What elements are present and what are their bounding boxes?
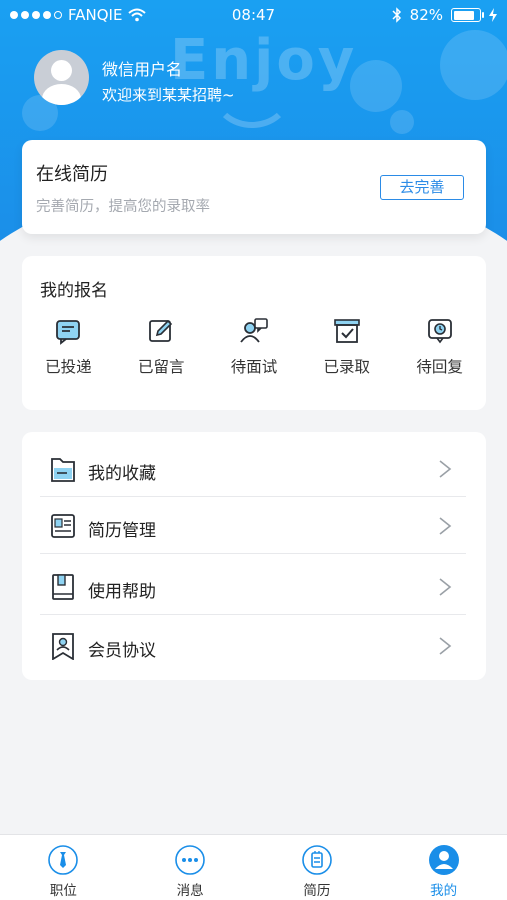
folder-icon bbox=[51, 458, 75, 482]
pending-reply-icon bbox=[427, 319, 452, 344]
tab-label: 简历 bbox=[303, 883, 331, 899]
resume-icon bbox=[302, 845, 332, 875]
menu-list: 我的收藏 简历管理 使用帮助 会员协议 bbox=[22, 432, 486, 680]
chat-dots-icon bbox=[175, 845, 205, 875]
tab-label: 消息 bbox=[176, 883, 204, 899]
delivered-icon bbox=[56, 320, 81, 345]
registration-label: 已投递 bbox=[45, 358, 92, 376]
registration-label: 已录取 bbox=[323, 358, 371, 376]
decor-bubble bbox=[390, 110, 414, 134]
battery-percent: 82% bbox=[409, 6, 443, 24]
bottom-tab-bar: 职位 消息 简历 我的 bbox=[0, 834, 507, 900]
edit-message-icon bbox=[149, 319, 173, 342]
registration-items: 已投递 已留言 待面试 已录取 待回复 bbox=[22, 316, 486, 377]
resume-title: 在线简历 bbox=[36, 164, 108, 185]
status-bar: FANQIE 08:47 82% bbox=[0, 0, 507, 32]
menu-item-resume-management[interactable]: 简历管理 bbox=[22, 494, 486, 554]
tab-messages[interactable]: 消息 bbox=[127, 835, 254, 900]
admitted-icon bbox=[333, 319, 360, 343]
interview-icon bbox=[240, 318, 268, 343]
menu-label: 我的收藏 bbox=[88, 464, 156, 484]
status-right: 82% bbox=[392, 6, 497, 24]
id-card-icon bbox=[51, 514, 75, 538]
complete-resume-button[interactable]: 去完善 bbox=[380, 175, 464, 200]
registration-item-message[interactable]: 已留言 bbox=[115, 316, 208, 377]
menu-label: 使用帮助 bbox=[88, 582, 156, 602]
chevron-right-icon bbox=[439, 517, 452, 535]
registration-title: 我的报名 bbox=[40, 281, 108, 301]
battery-icon bbox=[451, 8, 484, 22]
registration-label: 待面试 bbox=[230, 358, 278, 376]
registration-item-admitted[interactable]: 已录取 bbox=[300, 316, 393, 377]
registration-label: 已留言 bbox=[137, 358, 185, 376]
decor-bubble bbox=[440, 30, 507, 100]
user-icon bbox=[428, 845, 459, 875]
registration-item-pending-reply[interactable]: 待回复 bbox=[393, 316, 486, 377]
username: 微信用户名 bbox=[102, 60, 183, 79]
tab-resume[interactable]: 简历 bbox=[254, 835, 381, 900]
charging-icon bbox=[489, 8, 497, 22]
tab-mine[interactable]: 我的 bbox=[380, 835, 507, 900]
tie-icon bbox=[48, 845, 79, 875]
member-badge-icon bbox=[52, 633, 74, 660]
resume-subtitle: 完善简历，提高您的录取率 bbox=[36, 199, 210, 215]
tab-label: 职位 bbox=[49, 883, 77, 899]
tab-jobs[interactable]: 职位 bbox=[0, 835, 127, 900]
online-resume-card[interactable]: 在线简历 完善简历，提高您的录取率 去完善 bbox=[22, 140, 486, 234]
menu-label: 会员协议 bbox=[88, 641, 156, 661]
chevron-right-icon bbox=[439, 578, 452, 596]
bluetooth-icon bbox=[392, 7, 401, 23]
chevron-right-icon bbox=[439, 637, 452, 655]
menu-item-favorites[interactable]: 我的收藏 bbox=[22, 437, 486, 497]
my-registration-card: 我的报名 已投递 已留言 待面试 已录取 待回复 bbox=[22, 256, 486, 410]
menu-item-member-agreement[interactable]: 会员协议 bbox=[22, 614, 486, 674]
welcome-text: 欢迎来到某某招聘~ bbox=[102, 86, 235, 104]
registration-item-delivered[interactable]: 已投递 bbox=[22, 316, 115, 377]
decor-bubble bbox=[350, 60, 402, 112]
avatar[interactable] bbox=[34, 50, 89, 105]
tab-label: 我的 bbox=[430, 883, 458, 899]
chevron-right-icon bbox=[439, 460, 452, 478]
registration-item-interview[interactable]: 待面试 bbox=[208, 316, 301, 377]
book-icon bbox=[52, 574, 74, 600]
menu-label: 简历管理 bbox=[88, 521, 156, 541]
registration-label: 待回复 bbox=[416, 358, 463, 376]
menu-item-help[interactable]: 使用帮助 bbox=[22, 555, 486, 615]
